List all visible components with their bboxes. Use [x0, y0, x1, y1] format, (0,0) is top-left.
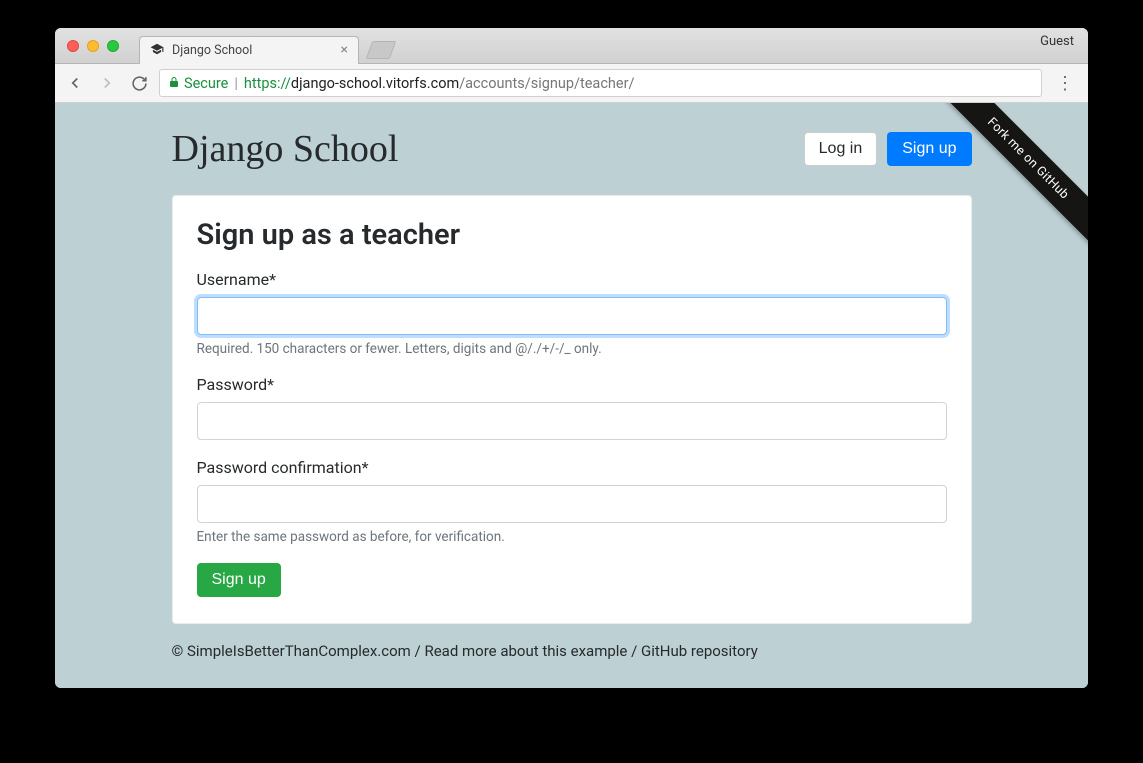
- password-confirm-input[interactable]: [197, 485, 947, 523]
- page-footer: © SimpleIsBetterThanComplex.com / Read m…: [172, 642, 972, 660]
- password-label: Password*: [197, 375, 947, 394]
- guest-label: Guest: [1040, 34, 1074, 49]
- browser-tab[interactable]: Django School ×: [139, 36, 359, 64]
- username-input[interactable]: [197, 297, 947, 335]
- back-button[interactable]: [63, 71, 87, 95]
- signup-button[interactable]: Sign up: [887, 132, 971, 166]
- footer-link-readmore[interactable]: Read more about this example: [424, 642, 627, 660]
- tab-title: Django School: [172, 43, 252, 58]
- lock-icon: [168, 75, 180, 92]
- footer-link-github[interactable]: GitHub repository: [641, 642, 758, 660]
- submit-button[interactable]: Sign up: [197, 563, 281, 597]
- tab-bar: Django School × Guest: [55, 28, 1088, 64]
- page-viewport: Fork me on GitHub Django School Log in S…: [55, 103, 1088, 688]
- page-header: Django School Log in Sign up: [172, 127, 972, 171]
- window-minimize-button[interactable]: [87, 40, 99, 52]
- footer-copyright: © SimpleIsBetterThanComplex.com: [172, 642, 411, 660]
- password-input[interactable]: [197, 402, 947, 440]
- footer-sep: /: [411, 642, 425, 660]
- signup-card: Sign up as a teacher Username* Required.…: [172, 195, 972, 624]
- site-logo[interactable]: Django School: [172, 127, 399, 171]
- login-button[interactable]: Log in: [804, 132, 878, 166]
- address-bar: Secure | https://django-school.vitorfs.c…: [55, 64, 1088, 103]
- password-confirm-label: Password confirmation*: [197, 458, 947, 477]
- window-close-button[interactable]: [67, 40, 79, 52]
- url-path: /accounts/signup/teacher/: [459, 75, 634, 92]
- url-protocol: https://: [244, 75, 291, 92]
- browser-menu-button[interactable]: ⋮: [1050, 73, 1080, 94]
- tab-close-icon[interactable]: ×: [341, 42, 348, 58]
- graduation-cap-icon: [150, 42, 164, 60]
- forward-button[interactable]: [95, 71, 119, 95]
- url-input[interactable]: Secure | https://django-school.vitorfs.c…: [159, 69, 1042, 97]
- password-confirm-help: Enter the same password as before, for v…: [197, 529, 947, 545]
- browser-window: Django School × Guest Secure | https://d…: [55, 28, 1088, 688]
- secure-label: Secure: [184, 75, 228, 92]
- page-title: Sign up as a teacher: [197, 218, 947, 252]
- username-help: Required. 150 characters or fewer. Lette…: [197, 341, 947, 357]
- separator: |: [234, 75, 238, 92]
- traffic-lights: [67, 40, 119, 52]
- window-maximize-button[interactable]: [107, 40, 119, 52]
- username-label: Username*: [197, 270, 947, 289]
- new-tab-button[interactable]: [366, 41, 397, 59]
- reload-button[interactable]: [127, 71, 151, 95]
- url-host: django-school.vitorfs.com: [291, 75, 459, 92]
- footer-sep2: /: [627, 642, 641, 660]
